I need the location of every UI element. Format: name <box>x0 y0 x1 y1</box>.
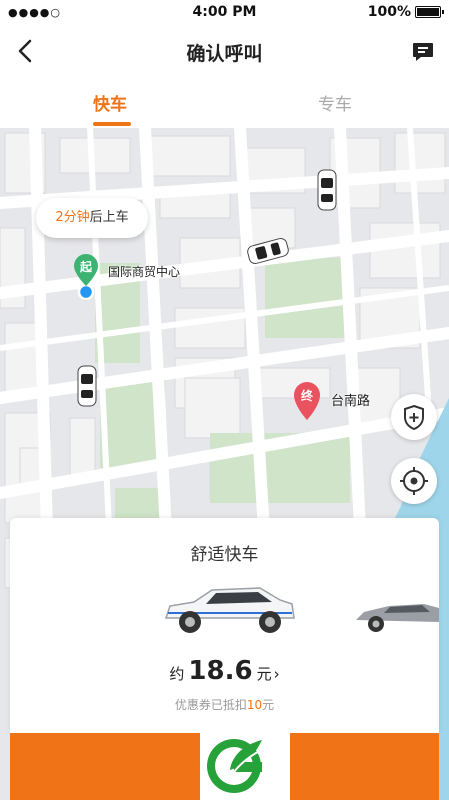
ride-tabs: 快车 专车 <box>0 78 449 130</box>
suv-car-image <box>164 587 295 633</box>
price-unit: 元 <box>256 665 272 683</box>
message-icon <box>413 43 433 61</box>
shield-plus-icon <box>404 404 424 431</box>
sedan-car-image <box>356 604 439 632</box>
ride-type-title: 舒适快车 <box>190 545 259 565</box>
start-location-label: 国际商贸中心 <box>108 265 181 279</box>
coupon-amount: 10 <box>246 698 263 712</box>
eta-suffix: 后上车 <box>89 210 129 225</box>
eta-time: 2分钟 <box>55 210 90 225</box>
locate-button[interactable] <box>391 458 437 504</box>
battery-status: 100% <box>367 4 444 20</box>
crosshair-icon <box>400 467 428 495</box>
safety-button[interactable] <box>391 394 437 440</box>
price-prefix: 约 <box>169 665 185 683</box>
price-estimate[interactable]: 约 18.6 元 › <box>10 656 439 686</box>
car-marker <box>317 169 337 211</box>
watermark-logo <box>200 726 290 800</box>
price-value: 18.6 <box>188 656 253 686</box>
tab-premium[interactable]: 专车 <box>318 90 352 115</box>
start-pin-text: 起 <box>79 259 93 274</box>
ride-option-card[interactable]: 舒适快车 约 18.6 元 › 优惠券已抵扣10元 <box>10 518 439 733</box>
navigation-bar: 确认呼叫 <box>0 26 449 78</box>
end-pin-text: 终 <box>301 388 314 403</box>
tab-express[interactable]: 快车 <box>93 90 127 115</box>
status-bar: ●●●●○ 4:00 PM 100% <box>0 0 449 26</box>
active-tab-indicator <box>93 122 131 126</box>
message-button[interactable] <box>411 39 435 63</box>
coupon-unit: 元 <box>262 698 275 712</box>
destination-label: 台南路 <box>331 394 371 409</box>
coupon-info: 优惠券已抵扣10元 <box>10 696 439 713</box>
coupon-text: 优惠券已抵扣 <box>174 698 247 712</box>
start-pin-icon: 起 <box>74 254 98 300</box>
battery-icon <box>415 6 444 18</box>
battery-percent: 100% <box>367 4 411 20</box>
eta-bubble: 2分钟后上车 <box>36 198 148 238</box>
price-detail-arrow-icon[interactable]: › <box>274 665 280 683</box>
car-marker <box>77 365 97 407</box>
end-pin-icon: 终 <box>294 382 320 420</box>
page-title: 确认呼叫 <box>186 43 263 65</box>
